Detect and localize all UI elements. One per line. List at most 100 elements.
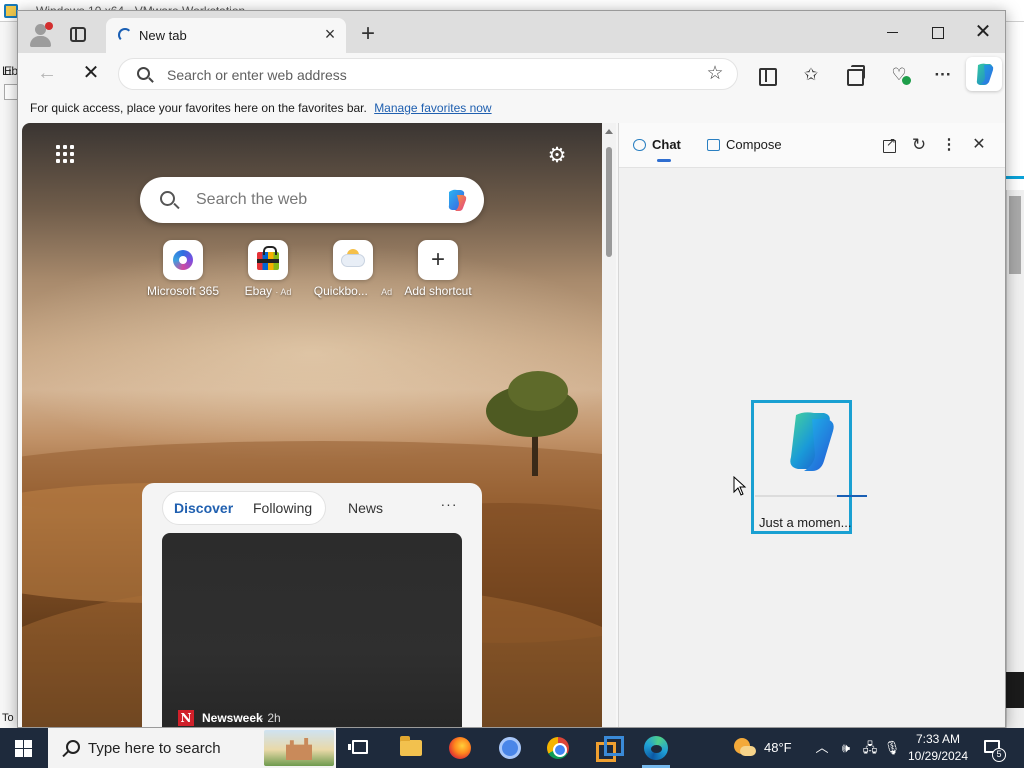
tab-strip: New tab × + ✕ <box>18 11 1005 53</box>
network-icon[interactable]: 🖧 <box>860 738 880 758</box>
favorites-icon[interactable]: ✩ <box>797 61 825 89</box>
background-input-box[interactable] <box>4 84 18 100</box>
page-scrollbar[interactable] <box>602 123 616 727</box>
app-launcher-icon[interactable] <box>56 145 76 165</box>
stop-loading-button[interactable]: ✕ <box>78 61 104 87</box>
weather-widget-icon[interactable] <box>734 738 756 758</box>
tab-new-tab[interactable]: New tab × <box>106 18 346 53</box>
shortcut-tile <box>163 240 203 280</box>
vmware-workstation-icon <box>596 736 624 762</box>
feed-more-options-icon[interactable]: ··· <box>439 495 459 515</box>
clock-date[interactable]: 10/29/2024 <box>900 749 976 763</box>
background-library-label: Lib <box>2 64 19 78</box>
shortcut-ebay[interactable]: Ebay · Ad <box>225 240 311 300</box>
vmware-app-icon <box>4 4 18 18</box>
new-tab-button[interactable]: + <box>355 22 381 48</box>
shortcut-label: Add shortcut <box>404 284 472 298</box>
taskbar-search-box[interactable]: Type here to search <box>48 728 336 768</box>
scrollbar-thumb[interactable] <box>606 147 612 257</box>
search-highlight-illustration <box>264 730 334 766</box>
add-shortcut-button[interactable]: + Add shortcut <box>395 240 481 300</box>
address-bar[interactable]: ☆ <box>118 58 738 90</box>
split-screen-icon[interactable] <box>752 61 780 89</box>
shortcut-tile: + <box>418 240 458 280</box>
open-in-new-tab-icon[interactable] <box>879 132 899 155</box>
copilot-button[interactable] <box>966 57 1002 91</box>
taskbar-vmware-workstation[interactable] <box>584 728 632 768</box>
search-icon <box>160 191 175 206</box>
close-window-button[interactable]: ✕ <box>968 21 998 43</box>
side-pane-header: Chat Compose ↻ ⋮ ✕ <box>619 123 1005 168</box>
back-button[interactable]: ← <box>34 61 60 87</box>
loading-indicator-highlight <box>751 400 852 534</box>
web-search-box[interactable] <box>140 177 484 223</box>
loading-progress-bar <box>837 495 867 497</box>
search-icon <box>137 67 150 80</box>
feed-tab-following[interactable]: Following <box>253 500 312 516</box>
chromium-icon <box>499 737 521 759</box>
address-input[interactable] <box>167 65 667 85</box>
background-app-left-panel <box>0 22 18 728</box>
taskbar-chromium[interactable] <box>486 728 534 768</box>
windows-logo-icon <box>15 740 32 757</box>
plus-icon: + <box>430 246 445 273</box>
chrome-icon <box>547 737 569 759</box>
tab-compose-label: Compose <box>726 137 782 152</box>
web-search-input[interactable] <box>196 189 426 211</box>
more-options-icon[interactable]: ··· <box>929 61 957 89</box>
tab-chat-label: Chat <box>652 137 681 152</box>
tab-actions-icon <box>70 27 86 42</box>
taskbar-file-explorer[interactable] <box>386 728 434 768</box>
cloud-icon <box>740 746 756 756</box>
favorite-star-icon[interactable]: ☆ <box>704 63 726 85</box>
copilot-icon <box>976 63 994 85</box>
taskbar-task-view[interactable] <box>336 728 384 768</box>
page-settings-gear-icon[interactable]: ⚙ <box>546 145 568 167</box>
edge-browser-window: New tab × + ✕ ← ✕ ☆ ✩ ♡ ··· <box>17 10 1006 728</box>
action-center-button[interactable]: 5 <box>980 736 1006 762</box>
cloud-icon <box>341 254 365 267</box>
microsoft-365-icon <box>173 250 193 270</box>
refresh-icon[interactable]: ↻ <box>909 135 929 155</box>
background-scrollbar-thumb[interactable] <box>1009 196 1021 274</box>
close-pane-icon[interactable]: ✕ <box>969 135 989 155</box>
background-bottom-label: To <box>2 712 14 724</box>
maximize-button[interactable] <box>923 23 953 43</box>
tab-actions-button[interactable] <box>66 23 90 47</box>
newsweek-logo-icon: N <box>178 710 194 726</box>
close-tab-icon[interactable]: × <box>320 25 340 45</box>
more-options-vertical-icon[interactable]: ⋮ <box>939 135 959 155</box>
shortcut-quickbooks[interactable]: Quickbo... Ad <box>310 240 396 300</box>
notification-count-badge: 5 <box>992 748 1006 762</box>
castle-illustration-icon <box>286 738 312 760</box>
microphone-icon[interactable]: 🎙 <box>882 738 902 758</box>
shortcut-label: Ebay · Ad <box>244 284 292 298</box>
copilot-search-icon[interactable] <box>443 186 471 214</box>
scroll-up-arrow-icon[interactable] <box>605 129 613 134</box>
shortcut-label: Quickbo... Ad <box>313 284 393 298</box>
tab-title: New tab <box>139 28 187 43</box>
start-button[interactable] <box>0 728 48 768</box>
firefox-icon <box>449 737 471 759</box>
shortcut-microsoft-365[interactable]: Microsoft 365 <box>140 240 226 300</box>
feed-tab-discover[interactable]: Discover <box>174 500 233 516</box>
volume-speaker-icon[interactable]: 🕪 <box>836 738 856 758</box>
manage-favorites-link[interactable]: Manage favorites now <box>374 101 491 115</box>
news-article-card[interactable]: N Newsweek · 2h <box>162 533 462 727</box>
search-icon <box>66 740 80 754</box>
clock-time[interactable]: 7:33 AM <box>900 732 976 746</box>
active-tab-indicator <box>657 159 671 162</box>
browser-essentials-icon[interactable]: ♡ <box>885 61 913 89</box>
minimize-button[interactable] <box>878 23 908 43</box>
feed-tab-news[interactable]: News <box>348 500 383 516</box>
profile-button[interactable] <box>26 21 56 49</box>
taskbar-microsoft-edge[interactable] <box>632 728 680 768</box>
taskbar-chrome[interactable] <box>534 728 582 768</box>
show-hidden-icons-chevron-up-icon[interactable]: ︿ <box>812 738 832 758</box>
browser-toolbar: ← ✕ ☆ ✩ ♡ ··· <box>18 53 1005 95</box>
browser-essentials-badge <box>902 76 911 85</box>
shortcut-tile <box>248 240 288 280</box>
taskbar-firefox[interactable] <box>436 728 484 768</box>
collections-icon[interactable] <box>841 61 869 89</box>
weather-temperature[interactable]: 48°F <box>764 740 792 755</box>
